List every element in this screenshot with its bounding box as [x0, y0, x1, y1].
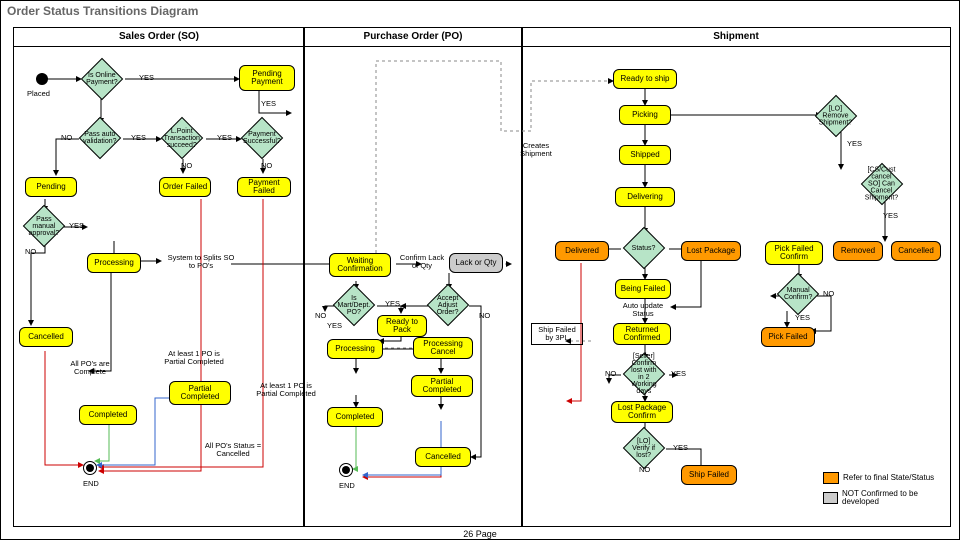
state-waiting-conf: Waiting Confirmation [329, 253, 391, 277]
diagram-title: Order Status Transitions Diagram [1, 1, 959, 21]
label-system-splits: System to Splits SO to PO's [165, 253, 237, 271]
state-pending: Pending [25, 177, 77, 197]
legend-swatch-orange [823, 472, 839, 484]
swimlane-sh: Shipment [521, 27, 951, 527]
lbl-yes-11: YES [669, 369, 688, 379]
state-lost-package: Lost Package [681, 241, 741, 261]
lbl-yes-10: YES [793, 313, 812, 323]
label-creates-shipment: Creates Shipment [513, 141, 559, 159]
state-removed: Removed [833, 241, 883, 261]
label-all-po-complete: All PO's are Complete [59, 359, 121, 377]
legend-text-grey: NOT Confirmed to be developed [842, 490, 949, 507]
lbl-yes-3: YES [129, 133, 148, 143]
label-end-so: END [81, 479, 101, 489]
state-delivering: Delivering [615, 187, 675, 207]
legend-swatch-grey [823, 492, 838, 504]
lbl-yes-4: YES [215, 133, 234, 143]
swimlane-sh-header: Shipment [522, 28, 950, 47]
state-partial-completed-so: Partial Completed [169, 381, 231, 405]
decision-cs-cancel: [CS/Cust cancel SO] Can Cancel Shipment? [861, 163, 903, 205]
state-returned-confirmed: Returned Confirmed [613, 323, 671, 345]
state-cancelled-so: Cancelled [19, 327, 73, 347]
lbl-no-7: NO [821, 289, 836, 299]
state-ready-ship: Ready to ship [613, 69, 677, 89]
lbl-yes-8: YES [845, 139, 864, 149]
state-shipped: Shipped [619, 145, 671, 165]
state-processing-cancel: Processing Cancel [413, 337, 473, 359]
label-atleast1-po: At least 1 PO is Partial Completed [249, 381, 323, 399]
state-completed-so: Completed [79, 405, 137, 425]
end-po [339, 463, 353, 477]
legend-orange: Refer to final State/Status [821, 471, 951, 485]
lbl-no-2: NO [179, 161, 194, 171]
lbl-no-5: NO [313, 311, 328, 321]
state-pick-failed: Pick Failed [761, 327, 815, 347]
swimlane-so-header: Sales Order (SO) [14, 28, 304, 47]
page-footer: 26 Page [1, 529, 959, 539]
lbl-no-1: NO [59, 133, 74, 143]
state-partial-completed-po: Partial Completed [411, 375, 473, 397]
diagram-canvas: Order Status Transitions Diagram Sales O… [0, 0, 960, 540]
state-lost-confirm: Lost Package Confirm [611, 401, 673, 423]
legend-grey: NOT Confirmed to be developed [821, 489, 951, 508]
state-pending-payment: Pending Payment [239, 65, 295, 91]
label-auto-update: Auto update Status [613, 301, 673, 319]
swimlane-po: Purchase Order (PO) [303, 27, 523, 527]
label-atleast1-so: At least 1 PO is Partial Completed [157, 349, 231, 367]
start-dot [36, 73, 48, 85]
state-ship-failed: Ship Failed [681, 465, 737, 485]
lbl-yes-12: YES [671, 443, 690, 453]
lbl-no-8: NO [603, 369, 618, 379]
end-so [83, 461, 97, 475]
state-payment-failed: Payment Failed [237, 177, 291, 197]
lbl-yes-2: YES [259, 99, 278, 109]
state-delivered: Delivered [555, 241, 609, 261]
state-lack-qty: Lack or Qty [449, 253, 503, 273]
state-ready-pack: Ready to Pack [377, 315, 427, 337]
state-being-failed: Being Failed [615, 279, 671, 299]
label-ship-failed-3pl: Ship Failed by 3PL [531, 323, 583, 345]
label-end-po: END [337, 481, 357, 491]
label-all-po-cancel: All PO's Status = Cancelled [191, 441, 275, 459]
lbl-yes-1: YES [137, 73, 156, 83]
legend-text-orange: Refer to final State/Status [843, 474, 934, 482]
lbl-no-4: NO [23, 247, 38, 257]
lbl-yes-5: YES [67, 221, 86, 231]
state-pick-failed-confirm: Pick Failed Confirm [765, 241, 823, 265]
label-placed: Placed [25, 89, 52, 99]
lbl-yes-6: YES [383, 299, 402, 309]
lbl-yes-9: YES [881, 211, 900, 221]
lbl-yes-7: YES [325, 321, 344, 331]
swimlane-po-header: Purchase Order (PO) [304, 28, 522, 47]
state-processing-po: Processing [327, 339, 383, 359]
state-order-failed: Order Failed [159, 177, 211, 197]
lbl-no-3: NO [259, 161, 274, 171]
state-completed-po: Completed [327, 407, 383, 427]
label-confirm-lack: Confirm Lack of Qty [397, 253, 447, 271]
state-processing-so: Processing [87, 253, 141, 273]
lbl-no-6: NO [477, 311, 492, 321]
state-cancelled-po: Cancelled [415, 447, 471, 467]
state-picking: Picking [619, 105, 671, 125]
lbl-no-9: NO [637, 465, 652, 475]
state-cancelled-sh: Cancelled [891, 241, 941, 261]
